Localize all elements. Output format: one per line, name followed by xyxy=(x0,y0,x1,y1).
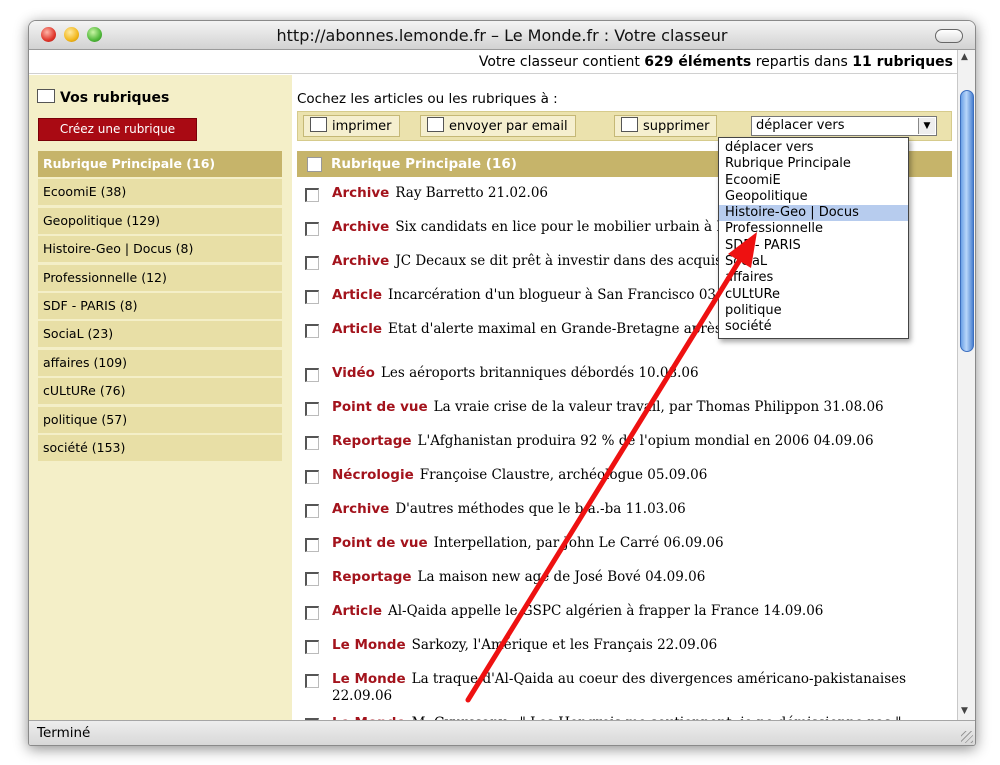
annotation-arrow xyxy=(465,232,757,703)
arrow-head xyxy=(728,232,757,268)
arrow-shaft xyxy=(465,255,744,703)
